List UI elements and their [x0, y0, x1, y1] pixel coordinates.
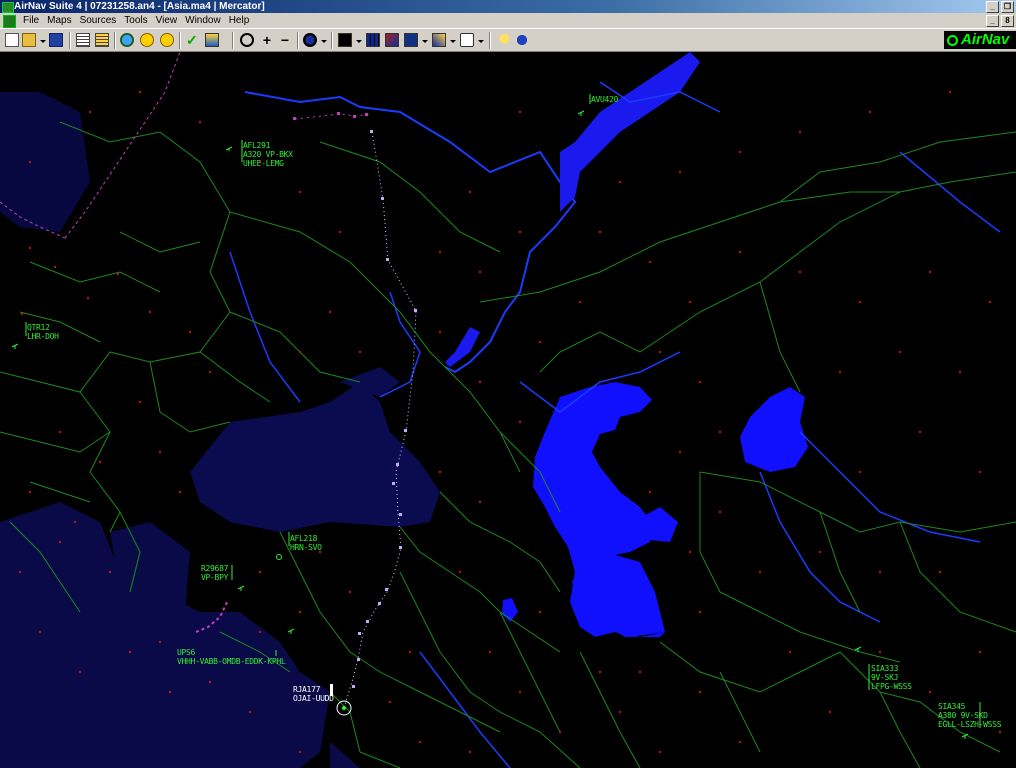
- zoom-out-button[interactable]: −: [278, 33, 292, 47]
- route-dropdown-arrow[interactable]: [450, 40, 456, 43]
- flight-track-north-segment: [294, 113, 373, 120]
- volga-lower: [445, 327, 480, 367]
- flight-label-line: SIA345: [938, 702, 966, 711]
- dnieper-river: [229, 251, 301, 403]
- red-sea: [330, 742, 360, 768]
- window-title: AirNav Suite 4 | 07231258.an4 - [Asia.ma…: [14, 1, 265, 12]
- checkmark-icon[interactable]: ✓: [186, 33, 200, 47]
- menu-tools[interactable]: Tools: [120, 13, 151, 28]
- airnav-logo-icon: [947, 35, 958, 46]
- menu-bar: File Maps Sources Tools View Window Help…: [0, 13, 1016, 28]
- document-minimize-button[interactable]: _: [986, 15, 999, 27]
- open-dropdown-arrow[interactable]: [40, 40, 46, 43]
- map-layer-icon[interactable]: [338, 33, 352, 47]
- toolbar-separator: [232, 32, 234, 49]
- flight-label-line: AVU420: [591, 95, 619, 104]
- north-sea-area: [0, 92, 90, 232]
- airport-a-icon[interactable]: [140, 33, 154, 47]
- terrain-icon[interactable]: [385, 33, 399, 47]
- toolbar-separator: [114, 32, 116, 49]
- document-icon: [3, 15, 16, 28]
- flight-label-r29687[interactable]: R29687 VP-BPY: [201, 564, 228, 582]
- volga-reservoir: [560, 52, 700, 212]
- toolbar-separator: [179, 32, 181, 49]
- options-dropdown-arrow[interactable]: [478, 40, 484, 43]
- aral-sea: [740, 387, 808, 472]
- toolbar-separator: [489, 32, 491, 49]
- map-view[interactable]: AFL291 A320 VP-BKX UHEE-LEMG AVU420 QTR1…: [0, 52, 1016, 768]
- menu-view[interactable]: View: [152, 13, 182, 28]
- toolbar-separator: [69, 32, 71, 49]
- flight-label-avu420[interactable]: AVU420: [591, 95, 618, 104]
- black-sea: [190, 382, 440, 532]
- flight-label-sia333[interactable]: SIA333 9V-SKJ LFPG-WSSS: [871, 664, 912, 691]
- flight-label-line: UHEE-LEMG: [243, 159, 284, 168]
- flight-label-qtr12[interactable]: QTR12 LHR-DOH: [27, 323, 59, 341]
- flight-label-line: AFL218: [290, 534, 318, 543]
- flight-label-line: A380 9V-SKD: [938, 711, 988, 720]
- route-icon[interactable]: [432, 33, 446, 47]
- open-folder-icon[interactable]: [22, 33, 36, 47]
- airnav-logo-text: AirNav: [961, 31, 1010, 48]
- title-bar: AirNav Suite 4 | 07231258.an4 - [Asia.ma…: [0, 0, 1016, 13]
- flight-label-line: RJA177: [293, 685, 321, 694]
- flight-label-line: VHHH-VABB-OMDB-EDDK-KPHL: [177, 657, 286, 666]
- menu-maps[interactable]: Maps: [43, 13, 75, 28]
- sky-dropdown-arrow[interactable]: [422, 40, 428, 43]
- window-restore-button[interactable]: ❐: [1001, 1, 1014, 13]
- options-icon[interactable]: [460, 33, 474, 47]
- new-file-icon[interactable]: [5, 33, 19, 47]
- night-icon[interactable]: [496, 33, 510, 47]
- menu-help[interactable]: Help: [225, 13, 254, 28]
- menu-sources[interactable]: Sources: [76, 13, 121, 28]
- map-canvas[interactable]: [0, 52, 1016, 768]
- airnav-logo: AirNav: [944, 31, 1016, 49]
- table-icon[interactable]: [95, 33, 109, 47]
- zoom-fit-icon[interactable]: [240, 33, 254, 47]
- flight-label-line: SIA333: [871, 664, 899, 673]
- radar-dropdown-arrow[interactable]: [321, 40, 327, 43]
- list-icon[interactable]: [76, 33, 90, 47]
- window-minimize-button[interactable]: _: [986, 1, 999, 13]
- toolbar-separator: [297, 32, 299, 49]
- syr-darya-river: [799, 431, 981, 543]
- flight-label-rja177[interactable]: RJA177 OJAI-UUDD: [293, 685, 334, 703]
- flight-label-line: QTR12: [27, 323, 50, 332]
- toolbar: ✓ + − AirNav: [0, 28, 1016, 52]
- volga-river: [244, 91, 577, 374]
- menu-file[interactable]: File: [19, 13, 43, 28]
- menu-window[interactable]: Window: [181, 13, 225, 28]
- map-layer-dropdown-arrow[interactable]: [356, 40, 362, 43]
- flight-label-line: AFL291: [243, 141, 271, 150]
- grid-icon[interactable]: [366, 33, 380, 47]
- flight-label-afl218[interactable]: AFL218 HRN-SVO: [290, 534, 322, 552]
- weather-icon[interactable]: [205, 33, 219, 47]
- flight-track-north-points: [293, 112, 368, 120]
- flight-label-sia345[interactable]: SIA345 A380 9V-SKD EGLL-LSZH-WSSS: [938, 702, 1002, 729]
- flight-label-line: A320 VP-BKX: [243, 150, 293, 159]
- flight-label-line: EGLL-LSZH-WSSS: [938, 720, 1002, 729]
- flight-label-line: R29687: [201, 564, 229, 573]
- flight-label-line: 9V-SKJ: [871, 673, 899, 682]
- sources-s-icon[interactable]: [160, 33, 174, 47]
- flight-label-afl291[interactable]: AFL291 A320 VP-BKX UHEE-LEMG: [243, 141, 293, 168]
- zoom-in-button[interactable]: +: [260, 33, 274, 47]
- irtysh-river: [899, 151, 1001, 233]
- app-icon: [2, 2, 14, 13]
- flight-label-line: HRN-SVO: [290, 543, 322, 552]
- save-disk-icon[interactable]: [49, 33, 63, 47]
- selected-aircraft[interactable]: [342, 706, 346, 710]
- globe-icon[interactable]: [120, 33, 134, 47]
- toolbar-separator: [331, 32, 333, 49]
- flight-label-line: LHR-DOH: [27, 332, 59, 341]
- flight-label-line: VP-BPY: [201, 573, 229, 582]
- flight-label-line: LFPG-WSSS: [871, 682, 912, 691]
- radar-icon[interactable]: [303, 33, 317, 47]
- flight-label-ups6[interactable]: UPS6 VHHH-VABB-OMDB-EDDK-KPHL: [177, 648, 286, 666]
- flight-label-line: UPS6: [177, 648, 196, 657]
- document-restore-button[interactable]: 8: [1001, 15, 1014, 27]
- balloon-icon[interactable]: [515, 33, 529, 47]
- flight-label-line: OJAI-UUDD: [293, 694, 334, 703]
- sky-icon[interactable]: [404, 33, 418, 47]
